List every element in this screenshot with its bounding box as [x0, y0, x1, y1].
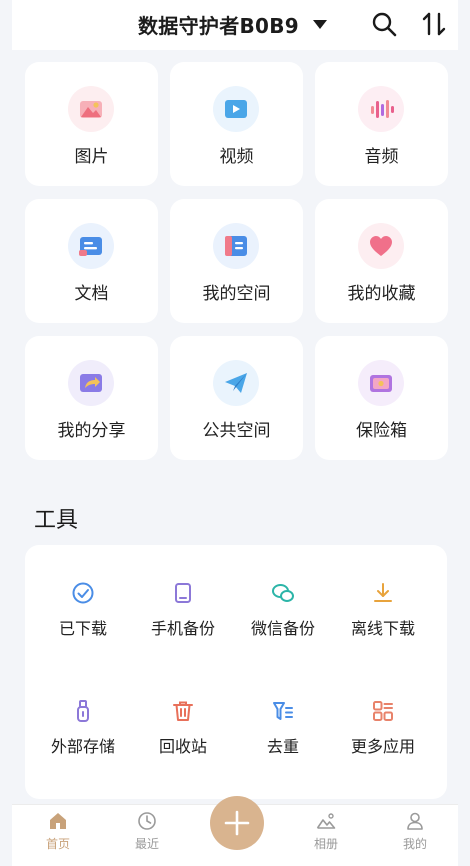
profile-icon — [407, 812, 423, 830]
tab-recent[interactable]: 最近 — [117, 811, 177, 861]
share-icon — [80, 374, 102, 392]
document-icon — [79, 237, 102, 256]
category-label: 我的空间 — [202, 284, 271, 304]
account-title: 数据守护者B0B9 — [138, 13, 300, 38]
category-audio[interactable]: 音频 — [315, 62, 448, 186]
my-space-icon — [225, 236, 247, 256]
tool-external-storage[interactable]: 外部存储 — [37, 681, 129, 791]
category-images[interactable]: 图片 — [25, 62, 158, 186]
category-safe[interactable]: 保险箱 — [315, 336, 448, 460]
tab-album[interactable]: 相册 — [296, 811, 356, 861]
dedupe-icon — [273, 702, 293, 720]
sort-icon[interactable] — [420, 10, 448, 38]
safe-icon — [370, 375, 392, 392]
tool-phone-backup[interactable]: 手机备份 — [137, 563, 229, 673]
tool-label: 已下载 — [58, 619, 107, 638]
top-bar: 数据守护者B0B9 — [12, 0, 458, 50]
tool-label: 去重 — [266, 737, 299, 756]
wechat-backup-icon — [272, 584, 294, 602]
tool-label: 手机备份 — [150, 619, 215, 638]
plus-icon — [224, 810, 250, 836]
recycle-bin-icon — [173, 701, 193, 721]
home-icon — [50, 813, 66, 829]
tab-profile[interactable]: 我的 — [385, 811, 445, 861]
downloaded-icon — [72, 582, 94, 604]
favorite-icon — [370, 236, 392, 256]
category-label: 保险箱 — [356, 421, 407, 441]
tool-label: 外部存储 — [50, 737, 115, 756]
add-button[interactable] — [210, 796, 264, 850]
category-label: 视频 — [219, 147, 254, 167]
image-icon — [80, 101, 102, 118]
tab-label: 首页 — [45, 837, 70, 851]
tool-offline-download[interactable]: 离线下载 — [337, 563, 429, 673]
album-icon — [316, 813, 336, 829]
category-documents[interactable]: 文档 — [25, 199, 158, 323]
tool-wechat-backup[interactable]: 微信备份 — [237, 563, 329, 673]
category-label: 我的分享 — [57, 421, 126, 441]
search-icon[interactable] — [370, 10, 398, 38]
category-favorites[interactable]: 我的收藏 — [315, 199, 448, 323]
category-label: 我的收藏 — [347, 284, 416, 304]
video-icon — [225, 100, 247, 118]
tool-label: 离线下载 — [350, 619, 415, 638]
category-label: 文档 — [74, 284, 109, 304]
category-public-space[interactable]: 公共空间 — [170, 336, 303, 460]
audio-icon — [371, 100, 394, 118]
tool-more-apps[interactable]: 更多应用 — [337, 681, 429, 791]
usb-storage-icon — [77, 700, 89, 722]
category-videos[interactable]: 视频 — [170, 62, 303, 186]
tool-label: 微信备份 — [250, 619, 315, 638]
tool-label: 回收站 — [158, 737, 207, 756]
clock-icon — [138, 812, 156, 830]
paper-plane-icon — [225, 373, 247, 393]
tool-recycle-bin[interactable]: 回收站 — [137, 681, 229, 791]
category-my-space[interactable]: 我的空间 — [170, 199, 303, 323]
tab-home[interactable]: 首页 — [28, 811, 88, 861]
caret-down-icon[interactable] — [313, 19, 328, 29]
phone-backup-icon — [175, 583, 191, 603]
tools-panel: 已下载 手机备份 微信备份 离线下载 外部存储 回收站 去重 更多应用 — [25, 545, 447, 799]
category-label: 音频 — [364, 147, 399, 167]
tools-section-title: 工具 — [34, 508, 79, 533]
category-my-shares[interactable]: 我的分享 — [25, 336, 158, 460]
tab-label: 最近 — [134, 837, 159, 851]
category-label: 图片 — [74, 147, 109, 167]
tab-label: 相册 — [313, 837, 338, 851]
offline-download-icon — [374, 583, 392, 602]
account-switcher[interactable]: 数据守护者B0B9 — [138, 8, 328, 40]
more-apps-icon — [373, 701, 393, 721]
tool-dedupe[interactable]: 去重 — [237, 681, 329, 791]
category-label: 公共空间 — [202, 421, 271, 441]
tool-label: 更多应用 — [350, 737, 415, 756]
tab-label: 我的 — [402, 837, 427, 851]
tool-downloaded[interactable]: 已下载 — [37, 563, 129, 673]
